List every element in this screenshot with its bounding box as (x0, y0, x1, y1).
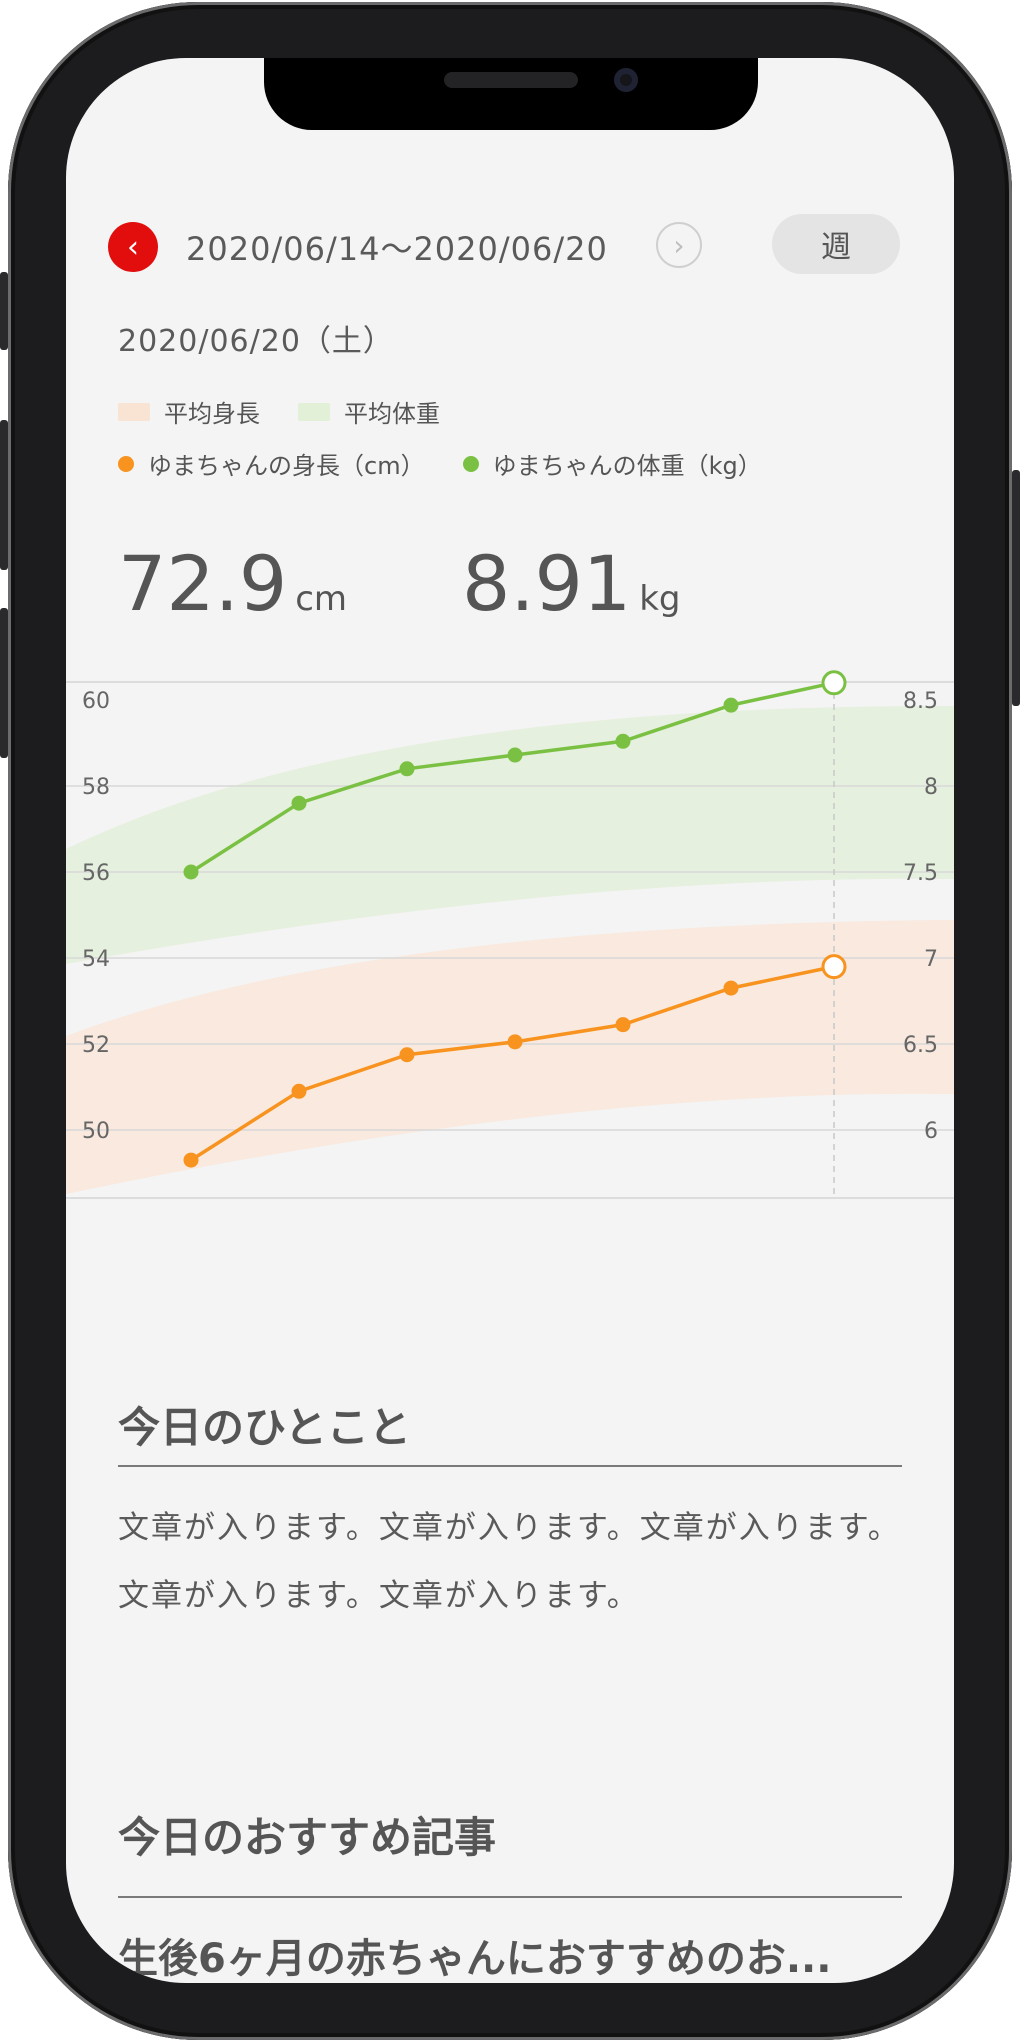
legend-avg-height-label: 平均身長 (164, 400, 260, 428)
legend-height-series: ゆまちゃんの身長（cm） (118, 446, 425, 481)
speaker-grille (444, 72, 578, 88)
screen: ‹ 2020/06/14〜2020/06/20 › 週 2020/06/20（土… (66, 58, 954, 1983)
weight-unit: kg (639, 579, 681, 619)
legend-weight-series: ゆまちゃんの体重（kg） (462, 446, 762, 481)
weight-point (183, 864, 199, 880)
height-dot (118, 455, 134, 472)
height-point (507, 1034, 523, 1050)
band-legend: 平均身長 平均体重 (118, 394, 478, 429)
selected-date: 2020/06/20（土） (118, 324, 394, 359)
today-comment-title: 今日のひとこと (118, 1403, 411, 1452)
avg-weight-swatch (298, 402, 330, 421)
y-right-tick: 7 (924, 947, 938, 972)
weight-point (507, 747, 523, 763)
y-right-tick: 6 (924, 1119, 938, 1144)
y-right-tick: 8.5 (903, 689, 938, 714)
power-button (1012, 470, 1020, 706)
height-point (399, 1047, 415, 1063)
recommended-title: 今日のおすすめ記事 (118, 1813, 497, 1862)
height-point (291, 1083, 307, 1099)
y-right-tick: 6.5 (903, 1033, 938, 1058)
volume-down-button (0, 608, 8, 758)
height-point (615, 1017, 631, 1033)
y-left-tick: 60 (82, 689, 110, 714)
weight-dot (462, 455, 479, 472)
date-range: 2020/06/14〜2020/06/20 (186, 230, 608, 268)
avg-height-swatch (118, 402, 150, 421)
legend-avg-height: 平均身長 (118, 394, 260, 429)
weight-point (821, 670, 847, 696)
today-comment-text: 文章が入ります。文章が入ります。文章が入ります。文章が入ります。文章が入ります。 (118, 1510, 901, 1614)
y-left-tick: 52 (82, 1033, 110, 1058)
silent-switch (0, 272, 8, 350)
y-right-tick: 8 (924, 775, 938, 800)
growth-chart[interactable]: 6058565452508.587.576.56日月火水木金土 (66, 624, 954, 1214)
y-left-tick: 50 (82, 1119, 110, 1144)
series-legend: ゆまちゃんの身長（cm） ゆまちゃんの体重（kg） (118, 446, 800, 481)
y-right-tick: 7.5 (903, 861, 938, 886)
legend-height-series-label: ゆまちゃんの身長（cm） (148, 452, 425, 480)
height-point (821, 954, 847, 980)
height-readout: 72.9 cm (118, 546, 347, 622)
period-toggle-button[interactable]: 週 (772, 214, 900, 274)
legend-avg-weight-label: 平均体重 (344, 400, 440, 428)
weight-point (291, 795, 307, 811)
today-comment-divider (118, 1465, 902, 1467)
height-value: 72.9 (118, 539, 288, 628)
next-week-button[interactable]: › (656, 222, 702, 268)
front-camera (614, 68, 638, 92)
chevron-left-icon: ‹ (127, 229, 139, 265)
height-point (183, 1152, 199, 1168)
weight-point (399, 761, 415, 777)
article-link[interactable]: 生後6ヶ月の赤ちゃんにおすすめのお... (118, 1926, 831, 1983)
weight-point (615, 733, 631, 749)
y-left-tick: 54 (82, 947, 110, 972)
recommended-divider (118, 1896, 902, 1898)
prev-week-button[interactable]: ‹ (108, 222, 158, 272)
y-left-tick: 56 (82, 861, 110, 886)
weight-point (723, 697, 739, 713)
height-unit: cm (295, 579, 348, 619)
weight-value: 8.91 (462, 539, 632, 628)
legend-weight-series-label: ゆまちゃんの体重（kg） (492, 452, 762, 480)
legend-avg-weight: 平均体重 (298, 394, 440, 429)
volume-up-button (0, 420, 8, 570)
chevron-right-icon: › (673, 228, 685, 262)
weight-readout: 8.91 kg (462, 546, 681, 622)
y-left-tick: 58 (82, 775, 110, 800)
height-point (723, 980, 739, 996)
notch (264, 58, 758, 130)
